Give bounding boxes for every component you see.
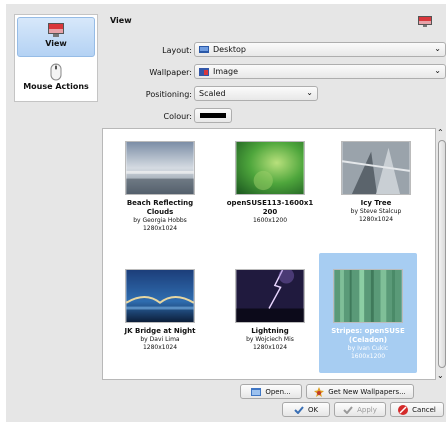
cancel-icon [398,404,409,415]
sidebar-item-view[interactable]: View [17,17,95,57]
wallpaper-name: Beach Reflecting Clouds [126,199,194,216]
layout-value: Desktop [213,45,246,54]
page-title: View [110,16,132,25]
chevron-up-icon[interactable]: ⌃ [437,128,444,137]
cancel-button-label: Cancel [412,405,436,414]
wallpaper-tile[interactable]: Beach Reflecting Clouds by Georgia Hobbs… [111,131,209,233]
settings-window: View Mouse Actions View Layout: Desktop … [6,4,446,422]
open-button-label: Open... [265,387,291,396]
ok-button-label: OK [307,405,319,414]
wallpaper-tile[interactable]: Lightning by Wojciech Mis 1280x1024 [221,259,319,352]
wallpaper-size: 1280x1024 [358,216,394,223]
wallpaper-tile[interactable]: Icy Tree by Steve Stalcup 1280x1024 [327,131,425,224]
folder-open-icon [251,388,262,396]
wallpaper-label: Wallpaper: [149,68,192,77]
colour-swatch [200,113,226,118]
positioning-combo[interactable]: Scaled ⌄ [194,86,318,101]
wallpaper-author: by Davi Lima [140,336,180,343]
wallpaper-author: by Wojciech Mis [246,336,294,343]
wallpaper-value: Image [213,67,239,76]
wallpaper-name: Icy Tree [360,199,392,207]
get-new-wallpapers-button[interactable]: Get New Wallpapers... [306,384,414,399]
wallpaper-author: by Georgia Hobbs [133,217,187,224]
get-hot-new-stuff-icon [314,386,325,397]
wallpaper-name: openSUSE113-1600x1 200 [226,199,314,216]
desktop-icon [199,45,209,53]
wallpaper-gallery: Beach Reflecting Clouds by Georgia Hobbs… [102,128,436,380]
gallery-scrollbar[interactable]: ⌃ ⌄ [436,128,448,380]
mouse-icon [50,63,62,81]
wallpaper-thumbnail [333,269,403,323]
get-new-wallpapers-label: Get New Wallpapers... [328,387,406,396]
image-icon [199,67,209,76]
wallpaper-tile[interactable]: JK Bridge at Night by Davi Lima 1280x102… [111,259,209,352]
wallpaper-size: 1280x1024 [252,344,288,351]
wallpaper-size: 1600x1200 [252,217,288,224]
cancel-button[interactable]: Cancel [390,402,444,417]
apply-button-label: Apply [357,405,377,414]
colour-label: Colour: [163,112,192,121]
apply-button[interactable]: Apply [334,402,386,417]
chevron-down-icon: ⌄ [306,88,313,97]
sidebar-item-mouse-actions[interactable]: Mouse Actions [17,59,95,99]
wallpaper-thumbnail [125,141,195,195]
open-button[interactable]: Open... [240,384,302,399]
scrollbar-thumb[interactable] [438,140,446,368]
wallpaper-author: by Steve Stalcup [350,208,402,215]
colour-button[interactable] [194,108,232,123]
wallpaper-thumbnail [341,141,411,195]
layout-combo[interactable]: Desktop ⌄ [194,42,446,57]
check-icon [343,405,353,414]
chevron-down-icon: ⌄ [434,44,441,53]
wallpaper-combo[interactable]: Image ⌄ [194,64,446,79]
wallpaper-size: 1280x1024 [142,225,178,232]
wallpaper-name: Lightning [251,327,289,335]
wallpaper-tile-selected[interactable]: Stripes: openSUSE (Celadon) by Ivan Cuki… [319,253,417,373]
wallpaper-thumbnail [125,269,195,323]
positioning-label: Positioning: [145,90,192,99]
sidebar-item-label: View [45,39,67,48]
chevron-down-icon: ⌄ [434,66,441,75]
wallpaper-size: 1280x1024 [142,344,178,351]
chevron-down-icon[interactable]: ⌄ [437,371,444,380]
wallpaper-tile[interactable]: openSUSE113-1600x1 200 1600x1200 [221,131,319,225]
monitor-icon [418,16,432,27]
ok-button[interactable]: OK [282,402,330,417]
wallpaper-size: 1600x1200 [350,353,386,360]
sidebar: View Mouse Actions [14,14,98,102]
sidebar-item-label: Mouse Actions [23,82,89,91]
wallpaper-thumbnail [235,269,305,323]
monitor-icon [48,23,64,37]
wallpaper-author: by Ivan Cukic [347,345,389,352]
wallpaper-name: Stripes: openSUSE (Celadon) [331,327,405,344]
layout-label: Layout: [162,46,192,55]
check-icon [294,405,304,414]
wallpaper-thumbnail [235,141,305,195]
wallpaper-name: JK Bridge at Night [124,327,196,335]
positioning-value: Scaled [199,89,226,98]
